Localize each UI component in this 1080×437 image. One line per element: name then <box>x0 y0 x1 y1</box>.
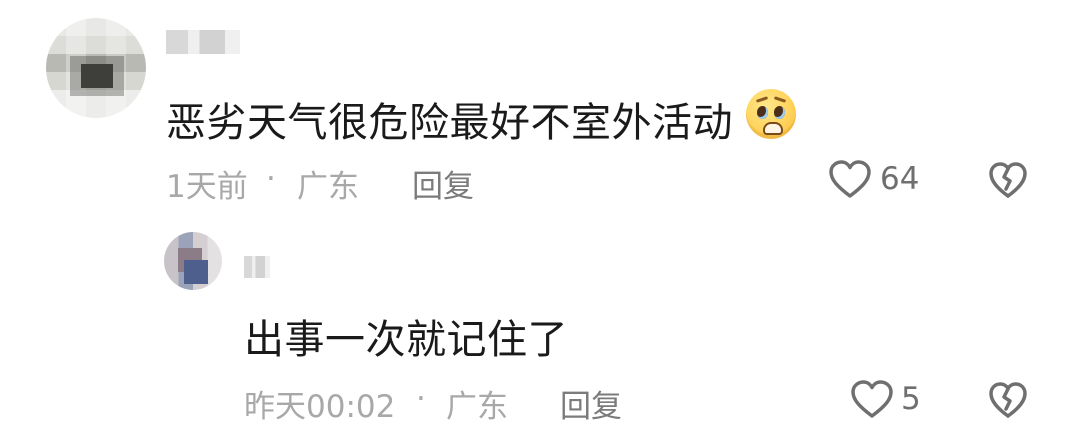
reply-button[interactable]: 回复 <box>412 161 474 206</box>
meta-separator: · <box>266 161 276 197</box>
comment-text: 恶劣天气很危险最好不室外活动 <box>166 100 733 146</box>
broken-heart-icon[interactable] <box>988 382 1028 420</box>
reply-location: 广东 <box>446 389 508 425</box>
heart-outline-icon[interactable] <box>828 160 872 200</box>
comment-location: 广东 <box>297 169 359 205</box>
like-count: 64 <box>880 161 920 197</box>
commenter-name-blurred[interactable] <box>166 30 240 54</box>
commenter-avatar[interactable] <box>46 18 146 118</box>
pleading-face-emoji <box>746 89 796 139</box>
reply-text: 出事一次就记住了 <box>244 317 568 363</box>
comment-time: 1天前 <box>166 169 248 205</box>
reply-like-count: 5 <box>901 381 921 417</box>
reply-meta-separator: · <box>416 381 426 417</box>
reply-button-secondary[interactable]: 回复 <box>560 381 622 426</box>
reply-commenter-name-blurred[interactable] <box>244 256 270 278</box>
broken-heart-icon[interactable] <box>988 162 1028 200</box>
reply-time: 昨天00:02 <box>244 389 396 425</box>
heart-outline-icon[interactable] <box>850 380 894 420</box>
reply-commenter-avatar[interactable] <box>164 232 222 290</box>
